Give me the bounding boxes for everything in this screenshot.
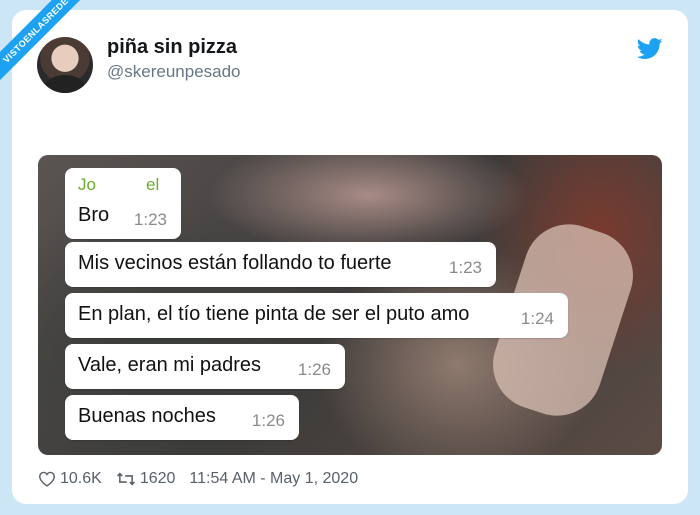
chat-screenshot-photo[interactable]: Jo el Bro 1:23 Mis vecinos están follando… bbox=[38, 155, 662, 455]
message-text: Mis vecinos están follando to fuerte bbox=[78, 252, 392, 274]
message-time: 1:26 bbox=[297, 360, 331, 379]
like-button[interactable]: 10.6K bbox=[38, 470, 102, 488]
retweet-count: 1620 bbox=[139, 470, 176, 487]
tweet-timestamp[interactable]: 11:54 AM - May 1, 2020 bbox=[189, 470, 358, 488]
retweet-button[interactable]: 1620 bbox=[116, 470, 176, 488]
message-bubble-2: Mis vecinos están follando to fuerte 1:2… bbox=[65, 242, 496, 287]
message-text: En plan, el tío tiene pinta de ser el pu… bbox=[78, 303, 470, 325]
message-time: 1:24 bbox=[520, 309, 554, 328]
like-count: 10.6K bbox=[60, 470, 102, 487]
message-time: 1:26 bbox=[251, 411, 285, 430]
message-text: Vale, eran mi padres bbox=[78, 354, 262, 376]
message-text: Buenas noches bbox=[78, 405, 216, 427]
timestamp-text: 11:54 AM - May 1, 2020 bbox=[189, 470, 359, 487]
message-bubble-5: Buenas noches 1:26 bbox=[65, 395, 299, 440]
retweet-icon bbox=[116, 472, 135, 486]
display-name[interactable]: piña sin pizza bbox=[107, 36, 237, 59]
message-bubble-4: Vale, eran mi padres 1:26 bbox=[65, 344, 345, 389]
tweet-footer: 10.6K 1620 11:54 AM - May 1, 2020 bbox=[38, 470, 372, 488]
message-text: Bro bbox=[78, 204, 110, 226]
message-bubble-1: Jo el Bro 1:23 bbox=[65, 168, 181, 239]
twitter-bird-icon[interactable] bbox=[637, 38, 663, 60]
sender-name: Jo el bbox=[78, 175, 160, 194]
heart-icon bbox=[38, 471, 56, 487]
avatar[interactable] bbox=[37, 37, 93, 93]
message-bubble-3: En plan, el tío tiene pinta de ser el pu… bbox=[65, 293, 568, 338]
user-handle[interactable]: @skereunpesado bbox=[107, 62, 241, 82]
message-time: 1:23 bbox=[133, 210, 167, 229]
message-time: 1:23 bbox=[448, 258, 482, 277]
